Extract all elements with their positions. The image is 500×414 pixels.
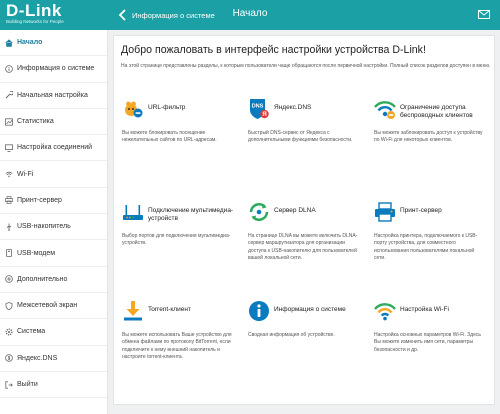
- sidebar-item-label: Выйти: [17, 381, 38, 388]
- sidebar-item-system[interactable]: Система: [0, 319, 107, 346]
- multimedia-icon: [123, 205, 143, 220]
- top-bar: D-Link Building Networks for People Инфо…: [0, 0, 500, 30]
- sidebar-item-label: Wi-Fi: [17, 170, 34, 178]
- sidebar-item-label: Статистика: [17, 118, 54, 126]
- home-icon: [5, 39, 13, 47]
- logo-tagline: Building Networks for People: [6, 19, 64, 24]
- wifi-restrict-icon: [374, 101, 396, 119]
- page-title: Начало: [232, 8, 268, 19]
- tile-title: Ограничение доступа беспроводных клиенто…: [400, 104, 473, 119]
- connections-icon: [5, 144, 13, 152]
- tile-wifi-restriction[interactable]: Ограничение доступа беспроводных клиенто…: [366, 98, 486, 188]
- tile-title: Принт-сервер: [400, 207, 442, 214]
- svg-text:Я: Я: [262, 112, 266, 118]
- sidebar-item-label: Система: [17, 328, 46, 336]
- tile-torrent[interactable]: Torrent-клиент Вы можете использовать Ва…: [114, 300, 234, 390]
- tile-desc: Выбор портов для подключения мультимедиа…: [122, 233, 231, 247]
- sidebar-item-logout[interactable]: Выйти: [0, 372, 107, 399]
- usb-icon: [6, 223, 12, 231]
- sidebar-item-label: USB-модем: [17, 249, 56, 257]
- tile-desc: Вы можете использовать Ваше устройство д…: [122, 332, 232, 361]
- sidebar-item-usb-modem[interactable]: USB-модем: [0, 240, 107, 267]
- sidebar-item-firewall[interactable]: Межсетевой экран: [0, 293, 107, 320]
- tile-title: Настройка Wi-Fi: [400, 306, 449, 313]
- info-icon: [5, 65, 13, 73]
- sidebar-item-initial-setup[interactable]: Начальная настройка: [0, 83, 107, 109]
- sidebar-item-label: Принт-сервер: [17, 196, 62, 204]
- tile-url-filter[interactable]: URL-фильтр Вы можете блокировать посещен…: [114, 98, 234, 188]
- mail-icon[interactable]: [478, 10, 490, 19]
- sidebar-item-wifi[interactable]: Wi-Fi: [0, 161, 107, 188]
- tile-print-server[interactable]: Принт-сервер Настройка принтера, подключ…: [366, 201, 486, 291]
- sidebar-item-print-server[interactable]: Принт-сервер: [0, 188, 107, 215]
- sidebar-item-label: Начало: [17, 39, 43, 47]
- system-info-icon: [249, 301, 269, 321]
- print-server-icon: [375, 202, 395, 222]
- usb-modem-icon: [6, 249, 12, 257]
- tile-title: URL-фильтр: [148, 104, 186, 111]
- tile-desc: Настройка принтера, подключаемого к USB-…: [374, 233, 478, 262]
- wifi-settings-icon: [374, 303, 396, 321]
- tile-system-info[interactable]: Информация о системе Сводная информация …: [240, 300, 360, 390]
- tile-desc: Настройка основных параметров Wi-Fi. Зде…: [374, 332, 481, 353]
- tile-desc: Вы можете заблокировать доступ к устройс…: [374, 130, 483, 144]
- sidebar-item-statistics[interactable]: Статистика: [0, 109, 107, 136]
- wrench-icon: [5, 91, 13, 99]
- intro-text: На этой странице представлены разделы, к…: [121, 63, 491, 69]
- sidebar-item-advanced[interactable]: Дополнительно: [0, 267, 107, 293]
- main-content: Добро пожаловать в интерфейс настройки у…: [113, 35, 495, 405]
- wifi-icon: [5, 171, 13, 178]
- yandex-icon: [5, 354, 13, 363]
- sidebar-item-label: Информация о системе: [17, 65, 95, 73]
- sidebar-item-yandex-dns[interactable]: Яндекс.DNS: [0, 346, 107, 372]
- tile-title: Сервер DLNA: [274, 207, 316, 214]
- tile-title: Информация о системе: [274, 306, 346, 313]
- sidebar-item-system-info[interactable]: Информация о системе: [0, 56, 107, 83]
- tile-multimedia[interactable]: Подключение мультимедиа-устройств Выбор …: [114, 201, 234, 291]
- stats-icon: [5, 117, 13, 126]
- sidebar-item-label: USB-накопитель: [17, 223, 71, 231]
- sidebar-item-label: Яндекс.DNS: [17, 354, 58, 362]
- sidebar-item-usb-storage[interactable]: USB-накопитель: [0, 214, 107, 241]
- sidebar-item-home[interactable]: Начало: [0, 30, 107, 57]
- tile-desc: На странице DLNA вы можете включить DLNA…: [248, 233, 358, 262]
- sidebar-item-label: Межсетевой экран: [17, 302, 78, 310]
- tile-wifi-settings[interactable]: Настройка Wi-Fi Настройка основных парам…: [366, 300, 486, 390]
- printer-icon: [5, 196, 13, 205]
- url-filter-icon: [125, 101, 143, 118]
- gear-icon: [5, 328, 13, 336]
- sidebar: Начало Информация о системе Начальная на…: [0, 30, 108, 414]
- yandex-dns-icon: DNS Я: [250, 99, 269, 119]
- tile-desc: Быстрый DNS-сервис от Яндекса с дополнит…: [248, 130, 353, 144]
- tile-title: Яндекс.DNS: [274, 104, 312, 111]
- sidebar-item-label: Начальная настройка: [17, 91, 88, 99]
- sidebar-item-connections[interactable]: Настройка соединений: [0, 135, 107, 162]
- tile-title: Torrent-клиент: [148, 306, 191, 313]
- tile-desc: Сводная информация об устройстве.: [248, 332, 335, 338]
- svg-text:DNS: DNS: [252, 104, 264, 110]
- tile-dlna[interactable]: Сервер DLNA На странице DLNA вы можете в…: [240, 201, 360, 291]
- tile-yandex-dns[interactable]: DNS Я Яндекс.DNS Быстрый DNS-сервис от Я…: [240, 98, 360, 188]
- welcome-heading: Добро пожаловать в интерфейс настройки у…: [121, 44, 426, 56]
- torrent-icon: [124, 301, 142, 321]
- shield-icon: [5, 301, 13, 310]
- plus-icon: [5, 275, 13, 284]
- sidebar-item-label: Настройка соединений: [17, 144, 93, 152]
- logout-icon: [5, 380, 13, 389]
- tile-title: Подключение мультимедиа-устройств: [148, 207, 234, 222]
- tile-desc: Вы можете блокировать посещение нежелате…: [122, 130, 217, 144]
- sidebar-item-label: Дополнительно: [17, 275, 68, 283]
- dlna-icon: [249, 203, 269, 221]
